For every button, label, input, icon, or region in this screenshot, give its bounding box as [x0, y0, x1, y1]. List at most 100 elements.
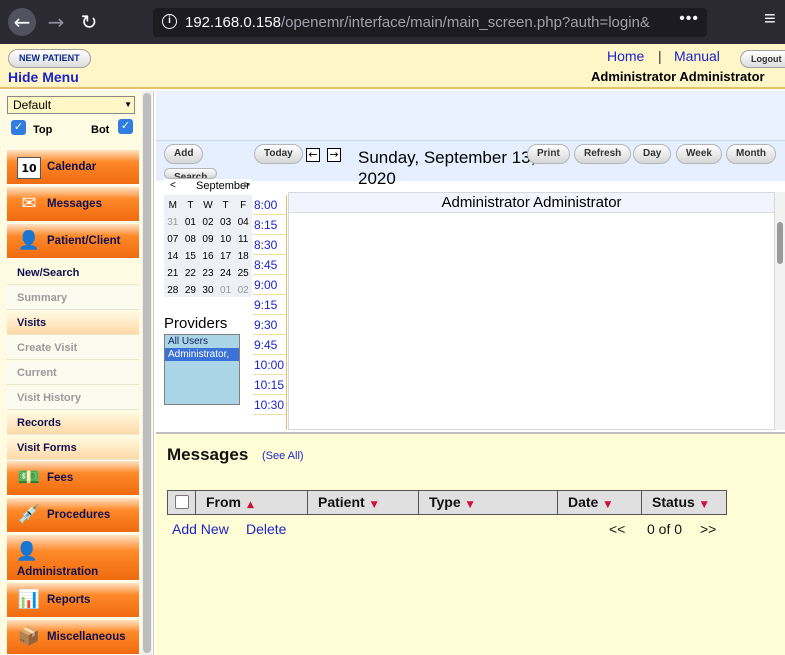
refresh-button[interactable]: Refresh — [574, 144, 632, 164]
pager-prev[interactable]: << — [609, 521, 625, 537]
mini-cal-day[interactable]: 10 — [217, 231, 235, 248]
providers-listbox[interactable]: All Users Administrator, — [164, 334, 240, 405]
mini-cal-day[interactable]: 24 — [217, 265, 235, 282]
time-slot[interactable]: 10:30 — [253, 395, 286, 415]
menu-visits[interactable]: Visits — [7, 311, 139, 335]
mini-cal-day[interactable]: 11 — [234, 231, 252, 248]
mini-cal-day[interactable]: 02 — [199, 214, 217, 231]
address-bar[interactable]: i 192.168.0.158/openemr/interface/main/m… — [153, 8, 707, 37]
sort-up-icon[interactable]: ▲ — [247, 500, 254, 510]
menu-administration[interactable]: 👤 Administration — [7, 535, 139, 581]
next-day-arrow-icon[interactable]: → — [327, 148, 341, 162]
mini-cal-day[interactable]: 31 — [164, 214, 182, 231]
hamburger-menu-icon[interactable]: ≡ — [764, 8, 776, 31]
mini-cal-day[interactable]: 17 — [217, 248, 235, 265]
mini-cal-day[interactable]: 28 — [164, 282, 182, 299]
menu-current[interactable]: Current — [7, 361, 139, 385]
time-slot[interactable]: 9:00 — [253, 275, 286, 295]
sort-down-icon[interactable]: ▼ — [371, 500, 378, 510]
delete-link[interactable]: Delete — [246, 521, 286, 537]
time-slot[interactable]: 8:45 — [253, 255, 286, 275]
menu-messages[interactable]: ✉ Messages — [7, 187, 139, 222]
time-slot[interactable]: 8:15 — [253, 215, 286, 235]
menu-visit-forms[interactable]: Visit Forms — [7, 436, 139, 460]
left-nav-scrollbar[interactable] — [142, 91, 152, 655]
reload-icon[interactable]: ↻ — [75, 8, 103, 36]
mini-cal-day[interactable]: 18 — [234, 248, 252, 265]
manual-link[interactable]: Manual — [674, 48, 720, 64]
time-slot[interactable]: 10:15 — [253, 375, 286, 395]
column-from[interactable]: From ▲ — [196, 491, 308, 514]
new-patient-button[interactable]: NEW PATIENT — [8, 49, 91, 68]
column-date[interactable]: Date ▼ — [558, 491, 642, 514]
mini-cal-day[interactable]: 08 — [182, 231, 200, 248]
prev-day-arrow-icon[interactable]: ← — [306, 148, 320, 162]
mini-cal-day[interactable]: 01 — [182, 214, 200, 231]
forward-arrow-icon[interactable]: → — [42, 8, 70, 36]
hide-menu-link[interactable]: Hide Menu — [8, 69, 79, 85]
mini-cal-day[interactable]: 03 — [217, 214, 235, 231]
day-button[interactable]: Day — [633, 144, 672, 164]
menu-patient-client[interactable]: 👤 Patient/Client — [7, 224, 139, 259]
time-slot[interactable]: 8:30 — [253, 235, 286, 255]
facility-select[interactable]: Default ▼ — [7, 96, 135, 114]
see-all-link[interactable]: (See All) — [262, 450, 304, 462]
mini-cal-day[interactable]: 01 — [217, 282, 235, 299]
mini-cal-day[interactable]: 21 — [164, 265, 182, 282]
select-all-checkbox[interactable] — [175, 495, 189, 509]
mini-cal-prev[interactable]: < — [170, 180, 176, 191]
sort-down-icon[interactable]: ▼ — [604, 500, 611, 510]
mini-cal-day[interactable]: 25 — [234, 265, 252, 282]
scroll-thumb[interactable] — [143, 93, 151, 653]
bot-checkbox[interactable]: ✓ — [118, 119, 133, 134]
print-button[interactable]: Print — [527, 144, 570, 164]
search-button[interactable]: Search — [164, 168, 218, 179]
column-status[interactable]: Status ▼ — [642, 491, 716, 514]
time-slot[interactable]: 10:00 — [253, 355, 286, 375]
mini-cal-next[interactable]: > — [244, 180, 250, 191]
mini-cal-day[interactable]: 15 — [182, 248, 200, 265]
menu-calendar[interactable]: 10 Calendar — [7, 150, 139, 185]
menu-visit-history[interactable]: Visit History — [7, 386, 139, 410]
week-button[interactable]: Week — [676, 144, 722, 164]
provider-option-selected[interactable]: Administrator, — [165, 348, 239, 361]
provider-schedule[interactable]: Administrator Administrator — [288, 192, 775, 430]
add-new-link[interactable]: Add New — [172, 521, 229, 537]
mini-cal-day[interactable]: 22 — [182, 265, 200, 282]
add-button[interactable]: Add — [164, 144, 204, 164]
back-arrow-icon[interactable]: ← — [8, 8, 36, 36]
top-checkbox[interactable]: ✓ — [11, 120, 26, 135]
time-slot[interactable]: 9:15 — [253, 295, 286, 315]
calendar-scrollbar[interactable] — [775, 192, 785, 430]
pager-next[interactable]: >> — [700, 521, 716, 537]
menu-procedures[interactable]: 💉 Procedures — [7, 498, 139, 533]
menu-fees[interactable]: 💵 Fees — [7, 461, 139, 496]
mini-cal-day[interactable]: 04 — [234, 214, 252, 231]
mini-cal-day[interactable]: 14 — [164, 248, 182, 265]
mini-cal-day[interactable]: 07 — [164, 231, 182, 248]
mini-cal-day[interactable]: 30 — [199, 282, 217, 299]
scroll-thumb[interactable] — [777, 222, 783, 264]
provider-option[interactable]: All Users — [165, 335, 239, 348]
menu-summary[interactable]: Summary — [7, 286, 139, 310]
menu-miscellaneous[interactable]: 📦 Miscellaneous — [7, 620, 139, 655]
menu-new-search[interactable]: New/Search — [7, 261, 139, 285]
more-actions-icon[interactable]: ••• — [679, 10, 699, 28]
time-slot[interactable]: 8:00 — [253, 195, 286, 215]
column-patient[interactable]: Patient ▼ — [308, 491, 419, 514]
home-link[interactable]: Home — [607, 48, 644, 64]
mini-cal-day[interactable]: 23 — [199, 265, 217, 282]
mini-cal-day[interactable]: 16 — [199, 248, 217, 265]
mini-cal-day[interactable]: 29 — [182, 282, 200, 299]
mini-cal-day[interactable]: 09 — [199, 231, 217, 248]
time-slot[interactable]: 9:45 — [253, 335, 286, 355]
time-slot[interactable]: 9:30 — [253, 315, 286, 335]
logout-button[interactable]: Logout — [740, 50, 785, 68]
info-icon[interactable]: i — [162, 14, 177, 29]
month-button[interactable]: Month — [726, 144, 776, 164]
sort-down-icon[interactable]: ▼ — [467, 500, 474, 510]
menu-reports[interactable]: 📊 Reports — [7, 583, 139, 618]
menu-create-visit[interactable]: Create Visit — [7, 336, 139, 360]
today-button[interactable]: Today — [254, 144, 303, 164]
menu-records[interactable]: Records — [7, 411, 139, 435]
